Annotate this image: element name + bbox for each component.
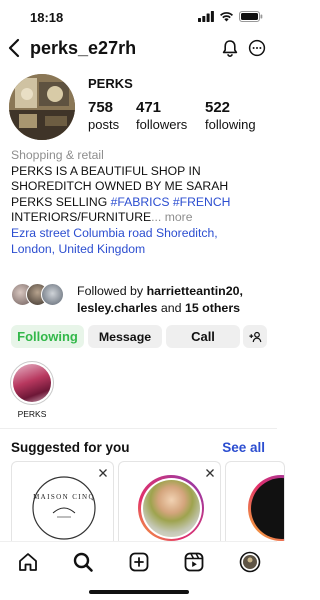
home-icon[interactable] (17, 551, 39, 573)
bell-icon[interactable] (221, 39, 239, 57)
more-icon[interactable] (248, 39, 266, 57)
suggested-card[interactable]: MAISON CINQ (11, 461, 114, 541)
close-icon[interactable] (98, 468, 108, 478)
bio-line-3-text: PERKS SELLING (11, 194, 111, 209)
followers-stat[interactable]: 471 followers (136, 99, 187, 132)
suggested-avatar-photo (250, 477, 284, 539)
following-button[interactable]: Following (11, 325, 84, 348)
followed-by-text: Followed by harrietteantin20, lesley.cha… (77, 284, 243, 315)
back-arrow-icon[interactable] (6, 38, 24, 58)
followers-label: followers (136, 117, 188, 132)
profile-username: perks_e27rh (30, 38, 137, 58)
story-highlight[interactable] (10, 361, 54, 405)
highlight-cover (13, 364, 51, 402)
signal-icon (198, 11, 214, 22)
posts-label: posts (88, 117, 120, 132)
follower-avatar-3 (41, 283, 64, 306)
profile-bio: Shopping & retail PERKS IS A BEAUTIFUL S… (11, 148, 271, 257)
suggested-title: Suggested for you (11, 440, 130, 455)
reels-icon[interactable] (183, 551, 205, 573)
close-icon[interactable] (205, 468, 215, 478)
following-stat[interactable]: 522 following (205, 99, 256, 132)
profile-category: Shopping & retail (11, 148, 104, 162)
profile-display-name: PERKS (88, 76, 133, 91)
see-all-link[interactable]: See all (222, 440, 265, 455)
profile-header: perks_e27rh (0, 34, 277, 64)
message-button[interactable]: Message (88, 325, 162, 348)
add-user-button[interactable] (243, 325, 267, 348)
section-divider (0, 428, 277, 429)
profile-avatar[interactable] (9, 74, 75, 140)
location-line-2[interactable]: London, United Kingdom (11, 242, 271, 258)
status-time: 18:18 (30, 10, 64, 25)
followed-by-conj: and (157, 301, 185, 315)
logo-text: MAISON CINQ (33, 493, 95, 501)
suggested-avatar-gap (140, 477, 202, 539)
bio-more-link[interactable]: ... more (151, 210, 192, 224)
followers-count: 471 (136, 99, 162, 116)
followed-by-name-2: lesley.charles (77, 301, 158, 315)
suggested-card[interactable] (225, 461, 285, 541)
posts-stat: 758 posts (88, 99, 119, 132)
bio-line-1: PERKS IS A BEAUTIFUL SHOP IN (11, 163, 201, 178)
create-icon[interactable] (128, 551, 150, 573)
hashtag-fabrics[interactable]: #FABRICS (111, 195, 170, 209)
bio-line-2: SHOREDITCH OWNED BY ME SARAH (11, 179, 229, 194)
battery-icon (239, 11, 263, 22)
location-line-1[interactable]: Ezra street Columbia road Shoreditch, (11, 226, 271, 242)
status-bar: 18:18 (0, 0, 277, 34)
suggested-avatar-logo: MAISON CINQ (32, 476, 96, 540)
posts-count: 758 (88, 99, 114, 116)
home-indicator (89, 590, 189, 594)
followed-by-prefix: Followed by (77, 284, 147, 298)
followed-by-row[interactable]: Followed by harrietteantin20, lesley.cha… (11, 283, 273, 317)
status-icons (198, 11, 263, 22)
avatar-image (9, 74, 75, 140)
bio-line-4: INTERIORS/FURNITURE... more (11, 210, 271, 226)
following-count: 522 (205, 99, 231, 116)
hashtag-french[interactable]: #FRENCH (173, 195, 231, 209)
profile-icon[interactable] (239, 551, 261, 573)
search-icon[interactable] (72, 551, 94, 573)
followed-by-name-1: harrietteantin20 (146, 284, 240, 298)
suggested-card[interactable] (118, 461, 221, 541)
highlight-label: PERKS (17, 409, 47, 419)
call-button[interactable]: Call (166, 325, 240, 348)
bio-line-4-text: INTERIORS/FURNITURE (11, 210, 152, 225)
suggested-avatar-ring (138, 475, 204, 541)
following-label: following (205, 117, 256, 132)
wifi-icon (220, 12, 233, 22)
suggested-avatar-ring (248, 475, 284, 541)
suggested-avatar-photo (142, 479, 200, 537)
bio-line-3: PERKS SELLING #FABRICS #FRENCH (11, 195, 271, 211)
add-user-icon (248, 331, 261, 342)
followed-by-others: 15 others (184, 301, 241, 315)
